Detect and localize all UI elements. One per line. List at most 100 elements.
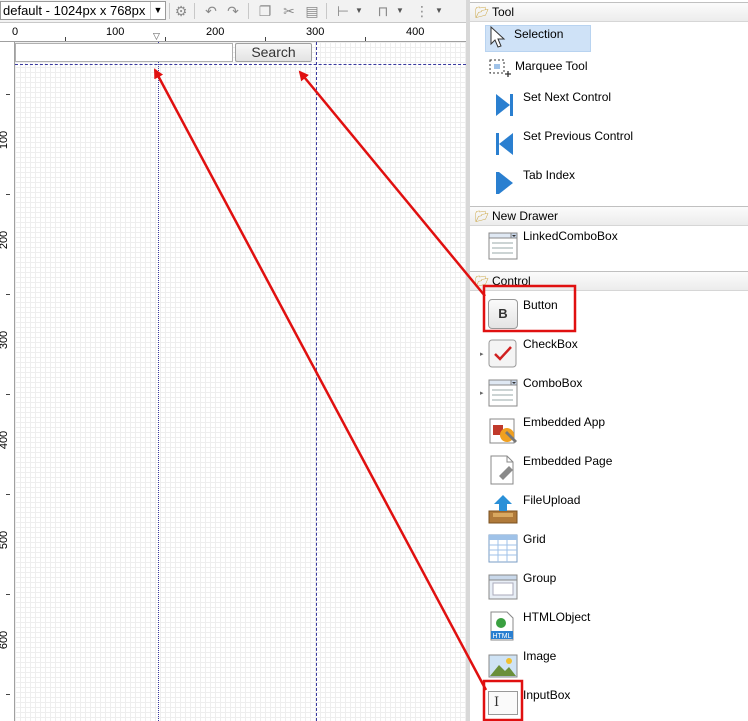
checkbox-icon [488, 339, 517, 368]
palette-item-label: FileUpload [523, 493, 581, 507]
toolbar-separator [169, 3, 170, 19]
copy-icon[interactable]: ❐ [256, 2, 274, 20]
palette-item-set-next-control[interactable]: Set Next Control [470, 88, 748, 124]
palette-item-label: Set Next Control [523, 90, 612, 104]
embedded-page-icon [490, 455, 514, 485]
ruler-tick [6, 294, 10, 295]
combobox-icon [488, 379, 518, 407]
ruler-tick [6, 494, 10, 495]
palette-item-inputbox[interactable]: I InputBox [470, 686, 748, 721]
palette-item-label: Button [523, 298, 558, 312]
toolbar-separator [326, 3, 327, 19]
palette-item-embedded-app[interactable]: Embedded App [470, 413, 748, 449]
palette-item-checkbox[interactable]: CheckBox [470, 335, 748, 371]
horizontal-ruler: 0 100 200 300 400 ▽ [0, 23, 466, 42]
palette-item-set-previous-control[interactable]: Set Previous Control [470, 127, 748, 163]
palette-item-label: Marquee Tool [515, 59, 588, 73]
drawer-title: Control [492, 274, 531, 288]
toolbar-separator [194, 3, 195, 19]
palette-item-tab-index[interactable]: Tab Index [470, 166, 748, 202]
search-input[interactable] [15, 43, 233, 62]
palette-item-label: InputBox [523, 688, 571, 702]
align-caret-icon[interactable]: ▼ [355, 3, 363, 19]
paste-icon[interactable]: ▤ [303, 2, 321, 20]
palette-item-button[interactable]: B Button [470, 296, 748, 332]
ruler-label: 600 [0, 630, 11, 650]
html-object-icon: HTML [490, 611, 514, 641]
palette-item-group[interactable]: Group [470, 569, 748, 605]
ruler-marker-icon[interactable]: ▽ [153, 31, 160, 41]
palette-item-label: Image [523, 649, 557, 663]
text-cursor-icon: I [488, 691, 518, 715]
image-icon [488, 654, 518, 678]
gear-icon[interactable]: ⚙ [172, 2, 190, 20]
group-icon [488, 574, 518, 600]
ruler-label: 400 [0, 430, 11, 450]
resolution-value: default - 1024px x 768px [3, 3, 146, 18]
ruler-tick [6, 94, 10, 95]
palette-item-embedded-page[interactable]: Embedded Page [470, 452, 748, 488]
ruler-tick [265, 37, 266, 41]
folder-icon: 📂︎ [475, 276, 489, 288]
palette-item-label: ComboBox [523, 376, 583, 390]
ruler-label: 0 [12, 26, 19, 38]
palette-item-label: Set Previous Control [523, 129, 634, 143]
button-icon: B [488, 299, 518, 329]
layout-caret-icon[interactable]: ▼ [435, 3, 443, 19]
toolbar-separator [248, 3, 249, 19]
designer-toolbar: default - 1024px x 768px ▼ ⚙ ↶ ↷ ❐ ✂ ▤ ⊢… [0, 0, 466, 23]
folder-icon: 📂︎ [475, 7, 489, 19]
ruler-label: 100 [0, 130, 11, 150]
ruler-label: 300 [306, 26, 325, 38]
distribute-icon[interactable]: ⊓ [374, 2, 392, 20]
palette-item-image[interactable]: Image [470, 647, 748, 683]
distribute-caret-icon[interactable]: ▼ [396, 3, 404, 19]
guide-line-vertical [316, 42, 317, 721]
design-canvas[interactable]: Search [15, 42, 466, 721]
previous-control-icon [496, 133, 513, 155]
cut-icon[interactable]: ✂ [280, 2, 298, 20]
ruler-label: 400 [406, 26, 425, 38]
guide-line-vertical [158, 42, 159, 721]
ruler-label: 300 [0, 330, 11, 350]
layout-icon[interactable]: ⋮ [413, 2, 431, 20]
chevron-down-icon[interactable]: ▼ [150, 2, 165, 19]
palette-item-label: Embedded Page [523, 454, 613, 468]
palette-item-grid[interactable]: Grid [470, 530, 748, 566]
embedded-app-icon [489, 418, 517, 444]
undo-icon[interactable]: ↶ [202, 2, 220, 20]
folder-icon: 📂︎ [475, 211, 489, 223]
vertical-ruler: 100 200 300 400 500 600 [0, 42, 15, 721]
linked-combobox-icon [488, 232, 518, 260]
search-button[interactable]: Search [235, 43, 312, 62]
drawer-title: New Drawer [492, 209, 559, 223]
ruler-label: 200 [0, 230, 11, 250]
ruler-tick [165, 37, 166, 41]
ruler-tick [6, 394, 10, 395]
ruler-tick [6, 194, 10, 195]
palette-item-label: HTMLObject [523, 610, 591, 624]
drawer-header-control[interactable]: 📂︎ Control [470, 271, 748, 291]
file-upload-icon [488, 495, 518, 524]
palette-item-linkedcombobox[interactable]: LinkedComboBox [470, 227, 748, 263]
palette-item-htmlobject[interactable]: HTML HTMLObject [470, 608, 748, 644]
ruler-tick [365, 37, 366, 41]
html-icon-text: HTML [492, 633, 511, 640]
palette-item-selection[interactable]: Selection [470, 25, 748, 61]
resolution-select[interactable]: default - 1024px x 768px ▼ [0, 1, 166, 20]
grid-icon [488, 534, 518, 563]
align-icon[interactable]: ⊢ [334, 2, 352, 20]
palette-item-fileupload[interactable]: FileUpload [470, 491, 748, 527]
ruler-label: 500 [0, 530, 11, 550]
ruler-label: 100 [106, 26, 125, 38]
drawer-header-new-drawer[interactable]: 📂︎ New Drawer [470, 206, 748, 226]
redo-icon[interactable]: ↷ [224, 2, 242, 20]
next-control-icon [496, 94, 513, 116]
palette-item-label: Embedded App [523, 415, 606, 429]
palette-item-label: CheckBox [523, 337, 578, 351]
palette-panel: 📂︎ Tool Selection Marquee Tool Set Next C… [470, 0, 748, 721]
palette-item-label: Tab Index [523, 168, 576, 182]
drawer-header-tool[interactable]: 📂︎ Tool [470, 2, 748, 22]
drawer-title: Tool [492, 5, 515, 19]
palette-item-combobox[interactable]: ComboBox [470, 374, 748, 410]
